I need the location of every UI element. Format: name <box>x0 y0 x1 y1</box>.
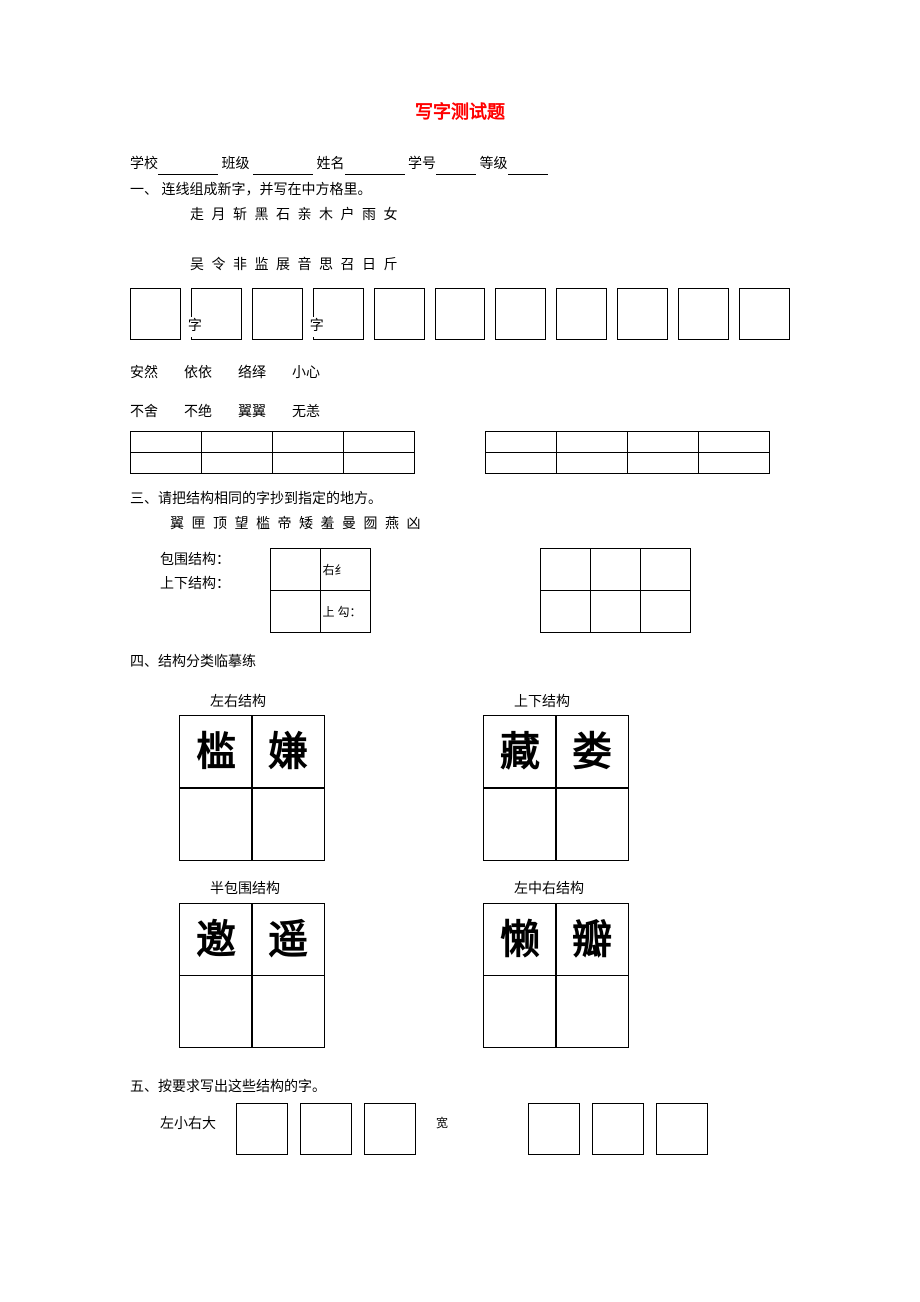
answer-table[interactable] <box>130 431 415 474</box>
practice-block: 半包围结构 邀 遥 <box>130 880 324 1048</box>
sample-char: 瓣 <box>555 903 629 977</box>
sample-char: 懒 <box>483 903 557 977</box>
struct-label: 左右结构 <box>130 693 324 713</box>
word: 无恙 <box>292 403 320 423</box>
q2-tables <box>130 427 790 474</box>
school-label: 学校 <box>130 157 158 172</box>
word: 安然 <box>130 364 158 384</box>
answer-table[interactable] <box>485 431 770 474</box>
answer-box[interactable] <box>739 288 790 340</box>
q1-row2: 吴 令 非 监 展 音 思 召 日 斤 <box>130 256 790 276</box>
class-label: 班级 <box>222 157 250 172</box>
answer-box[interactable] <box>556 288 607 340</box>
q2-row2: 不舍 不绝 翼翼 无恙 <box>130 403 790 423</box>
box-hint: 字 <box>310 317 324 337</box>
id-blank[interactable] <box>436 160 476 175</box>
grid-hint: 右纟 <box>320 548 371 591</box>
q3-heading: 三、请把结构相同的字抄到指定的地方。 <box>130 490 790 510</box>
name-blank[interactable] <box>345 160 405 175</box>
sample-char: 遥 <box>251 903 325 977</box>
answer-box[interactable] <box>495 288 546 340</box>
practice-grid[interactable]: 藏 娄 <box>484 716 628 860</box>
q5-boxes-left <box>236 1103 416 1155</box>
practice-block: 上下结构 藏 娄 <box>434 693 628 861</box>
grid-hint: 上 勾： <box>320 590 371 633</box>
school-blank[interactable] <box>158 160 218 175</box>
struct-label: 上下结构 <box>434 693 628 713</box>
student-info-line: 学校 班级 姓名 学号 等级 <box>130 155 790 175</box>
answer-box[interactable] <box>130 288 181 340</box>
q5-heading: 五、按要求写出这些结构的字。 <box>130 1078 790 1098</box>
q1-boxes: 字 字 <box>130 288 790 340</box>
word: 小心 <box>292 364 320 384</box>
sample-char: 槛 <box>179 715 253 789</box>
answer-box[interactable] <box>678 288 729 340</box>
q1-row1: 走 月 斩 黑 石 亲 木 户 雨 女 <box>130 206 790 226</box>
answer-box[interactable] <box>374 288 425 340</box>
q5-row: 左小右大 宽 <box>130 1103 790 1155</box>
class-blank[interactable] <box>253 160 313 175</box>
answer-box[interactable] <box>617 288 668 340</box>
answer-box[interactable] <box>656 1103 708 1155</box>
q4-row1: 左右结构 槛 嫌 上下结构 藏 娄 <box>130 693 790 861</box>
grade-label: 等级 <box>480 157 508 172</box>
q3-labels: 包围结构： 上下结构： <box>130 549 230 597</box>
word: 不绝 <box>184 403 212 423</box>
practice-block: 左右结构 槛 嫌 <box>130 693 324 861</box>
shangxia-label: 上下结构： <box>160 573 230 597</box>
answer-box[interactable]: 字 <box>313 288 364 340</box>
q1-heading: 一、 连线组成新字，并写在中方格里。 <box>130 181 790 201</box>
q3-struct: 包围结构： 上下结构： 右纟 上 勾： <box>130 549 790 633</box>
word: 翼翼 <box>238 403 266 423</box>
answer-box[interactable] <box>364 1103 416 1155</box>
page-title: 写字测试题 <box>130 100 790 125</box>
box-hint: 字 <box>188 317 202 337</box>
struct-label: 半包围结构 <box>130 880 324 900</box>
answer-box[interactable] <box>592 1103 644 1155</box>
answer-box[interactable] <box>236 1103 288 1155</box>
sample-char: 藏 <box>483 715 557 789</box>
practice-grid[interactable]: 懒 瓣 <box>484 904 628 1048</box>
word: 依依 <box>184 364 212 384</box>
practice-grid[interactable]: 槛 嫌 <box>180 716 324 860</box>
baowei-label: 包围结构： <box>160 549 230 573</box>
answer-box[interactable] <box>252 288 303 340</box>
sample-char: 邀 <box>179 903 253 977</box>
q2-row1: 安然 依依 络绎 小心 <box>130 364 790 384</box>
q5-hint: 宽 <box>436 1103 448 1132</box>
q4-row2: 半包围结构 邀 遥 左中右结构 懒 瓣 <box>130 880 790 1048</box>
id-label: 学号 <box>408 157 436 172</box>
answer-grid[interactable]: 右纟 上 勾： <box>270 549 370 633</box>
word: 络绎 <box>238 364 266 384</box>
word: 不舍 <box>130 403 158 423</box>
q4-heading: 四、结构分类临摹练 <box>130 653 790 673</box>
answer-box[interactable]: 字 <box>191 288 242 340</box>
struct-label: 左中右结构 <box>434 880 628 900</box>
sample-char: 嫌 <box>251 715 325 789</box>
answer-box[interactable] <box>435 288 486 340</box>
answer-box[interactable] <box>528 1103 580 1155</box>
answer-grid[interactable] <box>540 549 690 633</box>
q3-chars: 翼 匣 顶 望 槛 帝 矮 羞 曼 囫 燕 凶 <box>130 515 790 535</box>
q5-boxes-right <box>528 1103 708 1155</box>
q5-label: 左小右大 <box>130 1103 216 1135</box>
sample-char: 娄 <box>555 715 629 789</box>
name-label: 姓名 <box>317 157 345 172</box>
grade-blank[interactable] <box>508 160 548 175</box>
practice-grid[interactable]: 邀 遥 <box>180 904 324 1048</box>
practice-block: 左中右结构 懒 瓣 <box>434 880 628 1048</box>
answer-box[interactable] <box>300 1103 352 1155</box>
